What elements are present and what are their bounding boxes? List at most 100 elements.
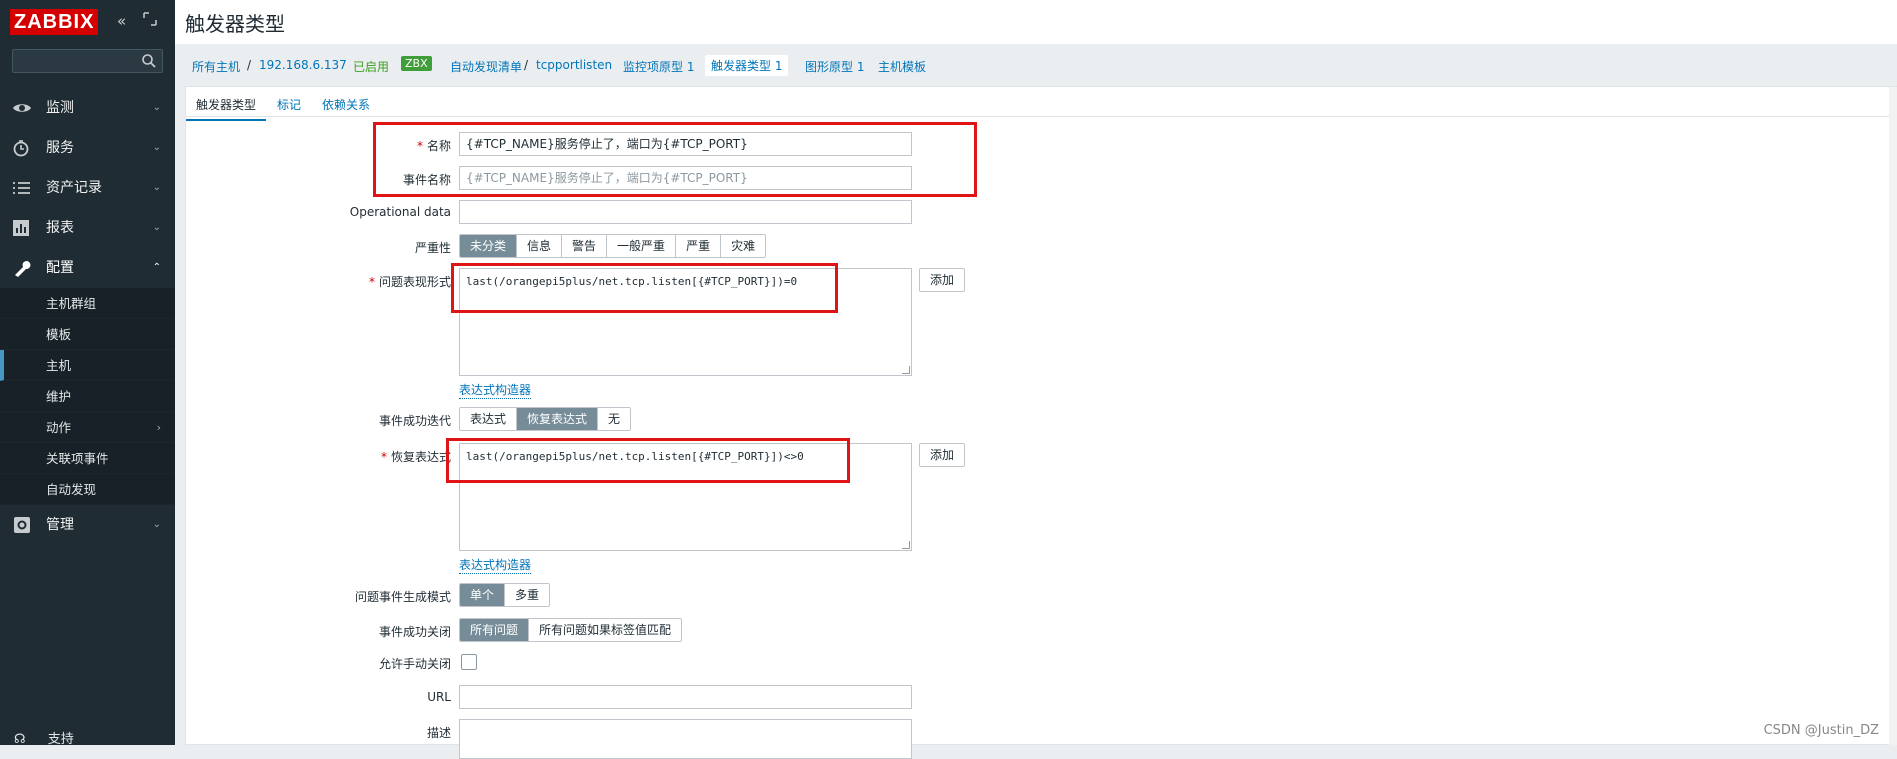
tab-tags[interactable]: 标记: [277, 96, 301, 113]
severity-not-classified[interactable]: 未分类: [460, 235, 518, 257]
description-textarea[interactable]: [459, 719, 912, 759]
zbx-availability-badge: ZBX: [401, 56, 432, 71]
host-status-enabled[interactable]: 已启用: [353, 58, 389, 75]
add-recovery-expression-button[interactable]: 添加: [919, 443, 966, 467]
problem-expression-label: * 问题表现形式: [368, 275, 451, 289]
annotation-box-problem-expression: [451, 263, 838, 313]
nav-inventory[interactable]: 资产记录 ⌄: [0, 168, 175, 208]
generation-mode-label: 问题事件生成模式: [354, 590, 451, 604]
ok-event-none[interactable]: 无: [598, 408, 630, 430]
tab-trigger-prototype[interactable]: 触发器类型: [186, 96, 267, 121]
clock-icon: [13, 140, 29, 157]
gear-icon: [14, 517, 30, 533]
url-input[interactable]: [459, 685, 912, 709]
list-icon: [13, 182, 30, 194]
search-input[interactable]: [12, 49, 163, 73]
severity-disaster[interactable]: 灾难: [721, 235, 765, 257]
nav-label: 资产记录: [46, 180, 102, 196]
chevron-down-icon: ⌄: [152, 142, 161, 153]
ok-event-selector: 表达式 恢复表达式 无: [459, 407, 632, 431]
generation-mode-selector: 单个 多重: [459, 583, 551, 607]
watermark: CSDN @Justin_DZ: [1763, 723, 1879, 738]
crumb-host-prototypes[interactable]: 主机模板: [878, 58, 926, 75]
add-problem-expression-button[interactable]: 添加: [919, 268, 966, 292]
chevron-right-icon: ›: [156, 421, 161, 434]
crumb-graph-prototypes[interactable]: 图形原型 1: [805, 58, 864, 75]
manual-close-checkbox[interactable]: [461, 654, 477, 670]
severity-information[interactable]: 信息: [517, 235, 563, 257]
recovery-expression-builder-link[interactable]: 表达式构造器: [459, 556, 532, 574]
main-nav: 监测 ⌄ 服务 ⌄ 资产记录 ⌄ 报表 ⌄ 配置 ⌃ 主机群组 模板 主机 维护: [0, 88, 175, 545]
recovery-expression-label: * 恢复表达式: [380, 450, 451, 464]
search-icon[interactable]: [141, 53, 157, 69]
collapse-sidebar-icon[interactable]: «: [117, 12, 126, 30]
nav-label: 管理: [46, 517, 74, 533]
header: [175, 0, 1897, 44]
sub-item-templates[interactable]: 模板: [0, 319, 175, 350]
crumb-separator: /: [524, 58, 529, 72]
sub-item-host-groups[interactable]: 主机群组: [0, 288, 175, 319]
ok-close-all-problems[interactable]: 所有问题: [460, 619, 530, 641]
ok-close-label: 事件成功关闭: [378, 625, 451, 639]
sidebar: ZABBIX « 监测 ⌄ 服务 ⌄ 资产记录 ⌄ 报表 ⌄ 配置 ⌃ 主机群组…: [0, 0, 175, 747]
chevron-down-icon: ⌄: [152, 182, 161, 193]
page-title: 触发器类型: [185, 12, 285, 36]
nav-reports[interactable]: 报表 ⌄: [0, 208, 175, 248]
configuration-submenu: 主机群组 模板 主机 维护 动作 › 关联项事件 自动发现: [0, 288, 175, 505]
eye-icon: [13, 104, 31, 112]
sub-item-event-correlation[interactable]: 关联项事件: [0, 443, 175, 474]
annotation-box-recovery-expression: [446, 438, 850, 483]
crumb-all-hosts[interactable]: 所有主机: [192, 58, 240, 75]
problem-expression-builder-link[interactable]: 表达式构造器: [459, 381, 532, 399]
zabbix-logo[interactable]: ZABBIX: [10, 9, 99, 35]
chevron-down-icon: ⌄: [152, 519, 161, 530]
generation-mode-single[interactable]: 单个: [460, 584, 506, 606]
severity-average[interactable]: 一般严重: [607, 235, 677, 257]
manual-close-label: 允许手动关闭: [378, 657, 451, 671]
annotation-box-name: [373, 122, 977, 197]
ok-event-label: 事件成功迭代: [378, 414, 451, 428]
form-panel: 触发器类型 标记 依赖关系 * 名称 {#TCP_NAME}服务停止了，端口为{#…: [185, 86, 1897, 759]
severity-selector: 未分类 信息 警告 一般严重 严重 灾难: [459, 234, 767, 258]
logo-row: ZABBIX «: [0, 0, 175, 44]
opdata-input[interactable]: [459, 200, 912, 224]
ok-close-selector: 所有问题 所有问题如果标签值匹配: [459, 618, 683, 642]
nav-administration[interactable]: 管理 ⌄: [0, 505, 175, 545]
severity-high[interactable]: 严重: [676, 235, 722, 257]
sub-item-discovery[interactable]: 自动发现: [0, 474, 175, 505]
resize-handle[interactable]: [902, 541, 910, 549]
generation-mode-multiple[interactable]: 多重: [505, 584, 549, 606]
nav-label: 服务: [46, 140, 74, 156]
crumb-trigger-prototypes[interactable]: 触发器类型 1: [705, 55, 789, 76]
crumb-separator: /: [247, 58, 252, 72]
sub-item-hosts[interactable]: 主机: [0, 350, 175, 381]
severity-warning[interactable]: 警告: [562, 235, 608, 257]
crumb-discovery-list[interactable]: 自动发现清单: [450, 58, 522, 75]
description-label: 描述: [426, 726, 451, 740]
nav-label: 监测: [46, 100, 74, 116]
kiosk-mode-icon[interactable]: [143, 12, 157, 30]
tab-dependencies[interactable]: 依赖关系: [322, 96, 370, 113]
opdata-label: Operational data: [349, 205, 451, 219]
breadcrumb: 所有主机 / 192.168.6.137 已启用 ZBX 自动发现清单 / tc…: [175, 44, 1897, 87]
wrench-icon: [15, 261, 31, 277]
crumb-host[interactable]: 192.168.6.137: [259, 58, 347, 72]
main-content: 触发器类型 所有主机 / 192.168.6.137 已启用 ZBX 自动发现清…: [175, 0, 1897, 759]
crumb-discovery-rule[interactable]: tcpportlisten: [536, 58, 612, 72]
nav-monitoring[interactable]: 监测 ⌄: [0, 88, 175, 128]
ok-event-recovery-expression[interactable]: 恢复表达式: [517, 408, 599, 430]
chevron-down-icon: ⌄: [152, 222, 161, 233]
support-link[interactable]: ☊ 支持: [14, 728, 74, 747]
sub-item-actions[interactable]: 动作 ›: [0, 412, 175, 443]
chevron-down-icon: ⌄: [152, 102, 161, 113]
problem-expression-label-text: 问题表现形式: [378, 275, 451, 289]
nav-configuration[interactable]: 配置 ⌃: [0, 248, 175, 288]
crumb-item-prototypes[interactable]: 监控项原型 1: [623, 58, 694, 75]
ok-event-expression[interactable]: 表达式: [460, 408, 518, 430]
page-scrollbar[interactable]: [1889, 87, 1897, 745]
nav-services[interactable]: 服务 ⌄: [0, 128, 175, 168]
nav-label: 配置: [46, 260, 74, 276]
resize-handle[interactable]: [902, 366, 910, 374]
sub-item-maintenance[interactable]: 维护: [0, 381, 175, 412]
ok-close-tag-match[interactable]: 所有问题如果标签值匹配: [529, 619, 681, 641]
